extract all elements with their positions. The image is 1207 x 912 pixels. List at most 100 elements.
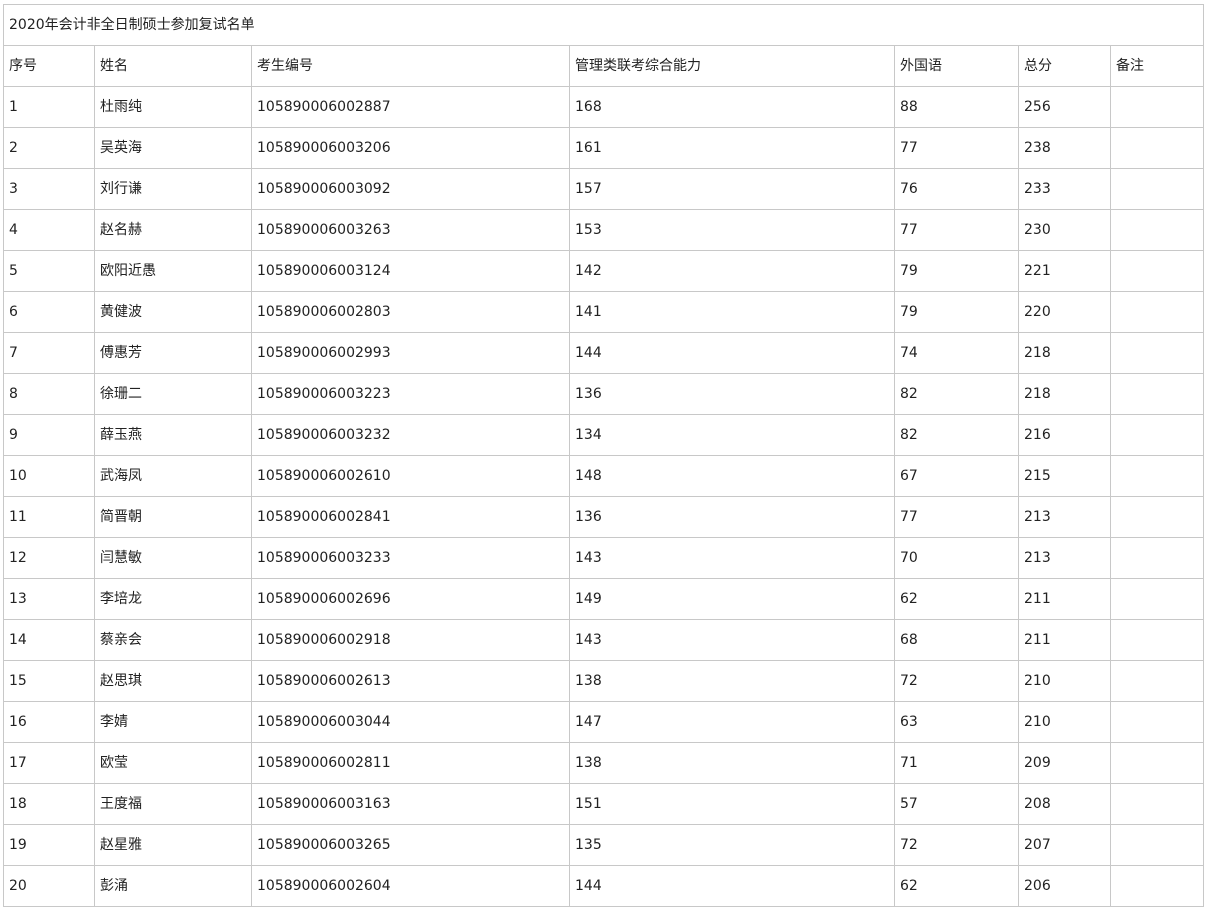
cell-name: 李婧 (94, 701, 252, 743)
cell-remarks (1109, 701, 1205, 743)
table-row: 19 赵星雅 105890006003265 135 72 207 (3, 824, 1205, 866)
cell-total: 233 (1018, 168, 1111, 210)
cell-seq: 5 (3, 250, 95, 292)
table-row: 16 李婧 105890006003044 147 63 210 (3, 701, 1205, 743)
cell-name: 简晋朝 (94, 496, 252, 538)
cell-foreign-language: 82 (894, 414, 1019, 456)
table-row: 3 刘行谦 105890006003092 157 76 233 (3, 168, 1205, 210)
cell-foreign-language: 72 (894, 660, 1019, 702)
cell-foreign-language: 57 (894, 783, 1019, 825)
cell-management-score: 148 (569, 455, 895, 497)
cell-name: 蔡亲会 (94, 619, 252, 661)
cell-seq: 17 (3, 742, 95, 784)
cell-total: 220 (1018, 291, 1111, 333)
cell-remarks (1109, 127, 1205, 169)
table-row: 5 欧阳近愚 105890006003124 142 79 221 (3, 250, 1205, 292)
table-row: 9 薛玉燕 105890006003232 134 82 216 (3, 414, 1205, 456)
cell-exam-id: 105890006003124 (251, 250, 570, 292)
cell-management-score: 142 (569, 250, 895, 292)
cell-management-score: 141 (569, 291, 895, 333)
cell-management-score: 134 (569, 414, 895, 456)
cell-foreign-language: 77 (894, 496, 1019, 538)
cell-name: 徐珊二 (94, 373, 252, 415)
cell-foreign-language: 71 (894, 742, 1019, 784)
cell-foreign-language: 77 (894, 127, 1019, 169)
header-row: 序号 姓名 考生编号 管理类联考综合能力 外国语 总分 备注 (3, 45, 1205, 87)
cell-exam-id: 105890006003223 (251, 373, 570, 415)
cell-exam-id: 105890006003265 (251, 824, 570, 866)
cell-management-score: 161 (569, 127, 895, 169)
header-foreign-language: 外国语 (894, 45, 1019, 87)
cell-exam-id: 105890006002613 (251, 660, 570, 702)
cell-exam-id: 105890006003163 (251, 783, 570, 825)
cell-exam-id: 105890006003233 (251, 537, 570, 579)
cell-management-score: 136 (569, 373, 895, 415)
cell-exam-id: 105890006002610 (251, 455, 570, 497)
cell-exam-id: 105890006002811 (251, 742, 570, 784)
table-row: 15 赵思琪 105890006002613 138 72 210 (3, 660, 1205, 702)
cell-total: 209 (1018, 742, 1111, 784)
cell-name: 杜雨纯 (94, 86, 252, 128)
table-row: 13 李培龙 105890006002696 149 62 211 (3, 578, 1205, 620)
cell-remarks (1109, 783, 1205, 825)
cell-seq: 11 (3, 496, 95, 538)
cell-seq: 20 (3, 865, 95, 907)
title-row: 2020年会计非全日制硕士参加复试名单 (2, 4, 1205, 46)
cell-management-score: 143 (569, 619, 895, 661)
header-remarks: 备注 (1109, 45, 1205, 87)
cell-name: 薛玉燕 (94, 414, 252, 456)
cell-foreign-language: 63 (894, 701, 1019, 743)
cell-remarks (1109, 824, 1205, 866)
cell-remarks (1109, 373, 1205, 415)
cell-name: 赵思琪 (94, 660, 252, 702)
cell-foreign-language: 82 (894, 373, 1019, 415)
cell-total: 208 (1018, 783, 1111, 825)
cell-total: 210 (1018, 701, 1111, 743)
table-row: 20 彭涌 105890006002604 144 62 206 (3, 865, 1205, 907)
cell-exam-id: 105890006002918 (251, 619, 570, 661)
cell-name: 欧阳近愚 (94, 250, 252, 292)
cell-remarks (1109, 414, 1205, 456)
cell-name: 赵名赫 (94, 209, 252, 251)
cell-remarks (1109, 250, 1205, 292)
cell-name: 赵星雅 (94, 824, 252, 866)
cell-remarks (1109, 209, 1205, 251)
cell-remarks (1109, 496, 1205, 538)
cell-remarks (1109, 742, 1205, 784)
cell-remarks (1109, 619, 1205, 661)
cell-total: 211 (1018, 619, 1111, 661)
cell-management-score: 143 (569, 537, 895, 579)
table-row: 10 武海凤 105890006002610 148 67 215 (3, 455, 1205, 497)
cell-seq: 16 (3, 701, 95, 743)
cell-management-score: 157 (569, 168, 895, 210)
cell-remarks (1109, 865, 1205, 907)
table-row: 4 赵名赫 105890006003263 153 77 230 (3, 209, 1205, 251)
cell-name: 黄健波 (94, 291, 252, 333)
cell-management-score: 136 (569, 496, 895, 538)
cell-management-score: 151 (569, 783, 895, 825)
cell-total: 256 (1018, 86, 1111, 128)
cell-exam-id: 105890006002841 (251, 496, 570, 538)
cell-total: 211 (1018, 578, 1111, 620)
cell-total: 216 (1018, 414, 1111, 456)
cell-total: 221 (1018, 250, 1111, 292)
cell-remarks (1109, 332, 1205, 374)
table-row: 12 闫慧敏 105890006003233 143 70 213 (3, 537, 1205, 579)
cell-exam-id: 105890006002993 (251, 332, 570, 374)
cell-name: 彭涌 (94, 865, 252, 907)
table-row: 11 简晋朝 105890006002841 136 77 213 (3, 496, 1205, 538)
cell-name: 傅惠芳 (94, 332, 252, 374)
cell-foreign-language: 67 (894, 455, 1019, 497)
cell-total: 218 (1018, 332, 1111, 374)
cell-seq: 9 (3, 414, 95, 456)
cell-name: 王度福 (94, 783, 252, 825)
cell-management-score: 168 (569, 86, 895, 128)
header-exam-id: 考生编号 (251, 45, 570, 87)
table-body: 2020年会计非全日制硕士参加复试名单 序号 姓名 考生编号 管理类联考综合能力 外国语… (2, 4, 1205, 907)
cell-remarks (1109, 537, 1205, 579)
cell-management-score: 144 (569, 865, 895, 907)
table-row: 8 徐珊二 105890006003223 136 82 218 (3, 373, 1205, 415)
cell-total: 238 (1018, 127, 1111, 169)
cell-seq: 6 (3, 291, 95, 333)
cell-exam-id: 105890006002803 (251, 291, 570, 333)
